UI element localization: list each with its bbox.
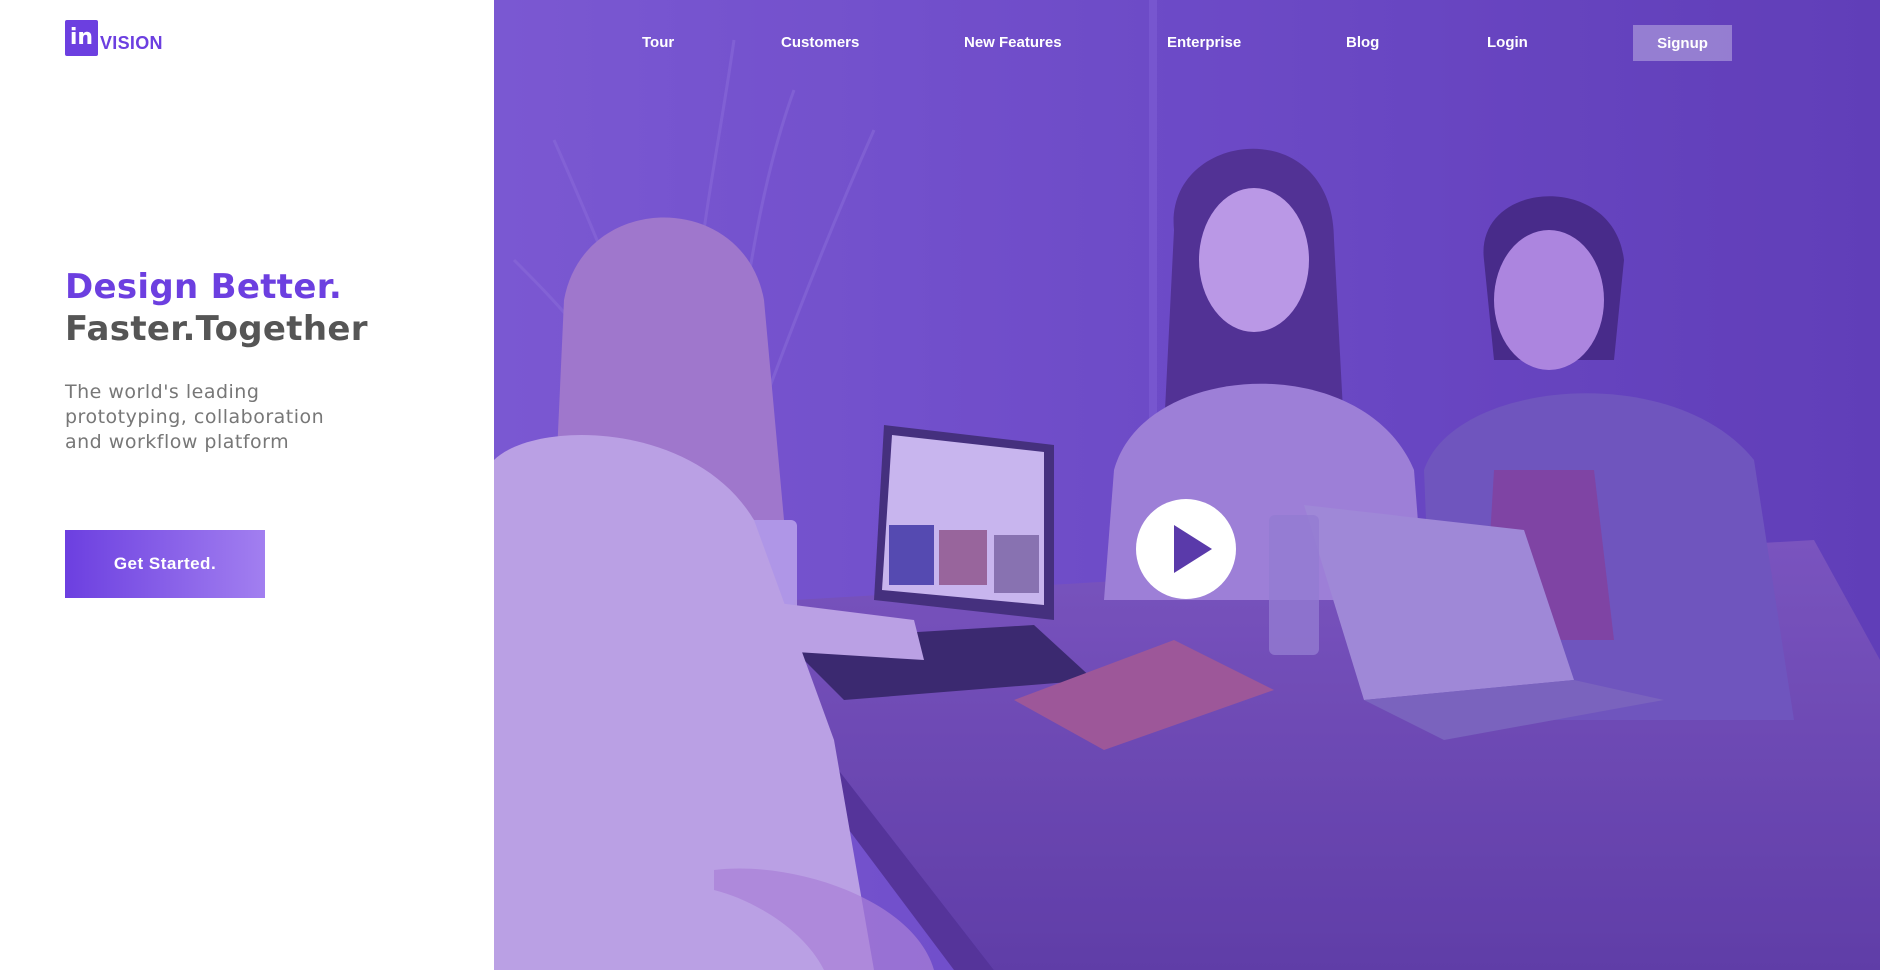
nav-item-blog[interactable]: Blog <box>1346 34 1379 51</box>
nav-item-enterprise[interactable]: Enterprise <box>1167 34 1241 51</box>
nav-item-new-features[interactable]: New Features <box>964 34 1062 51</box>
landing-page: in VISION Design Better. Faster.Together… <box>0 0 1880 970</box>
hero-image: Tour Customers New Features Enterprise B… <box>494 0 1880 970</box>
headline: Design Better. Faster.Together <box>65 266 368 350</box>
get-started-button[interactable]: Get Started. <box>65 530 265 598</box>
headline-line-2: Faster.Together <box>65 309 368 349</box>
top-nav: Tour Customers New Features Enterprise B… <box>494 24 1880 64</box>
nav-item-tour[interactable]: Tour <box>642 34 674 51</box>
play-icon <box>1174 525 1212 573</box>
logo-mark: in <box>65 20 98 56</box>
logo[interactable]: in VISION <box>65 20 163 56</box>
headline-line-1: Design Better. <box>65 267 343 307</box>
nav-item-login[interactable]: Login <box>1487 34 1528 51</box>
left-panel: in VISION Design Better. Faster.Together… <box>0 0 494 970</box>
play-video-button[interactable] <box>1136 499 1236 599</box>
hero-overlay <box>494 0 1880 970</box>
nav-item-customers[interactable]: Customers <box>781 34 859 51</box>
signup-button[interactable]: Signup <box>1633 25 1732 61</box>
logo-word: VISION <box>100 33 163 53</box>
tagline: The world's leading prototyping, collabo… <box>65 381 325 453</box>
